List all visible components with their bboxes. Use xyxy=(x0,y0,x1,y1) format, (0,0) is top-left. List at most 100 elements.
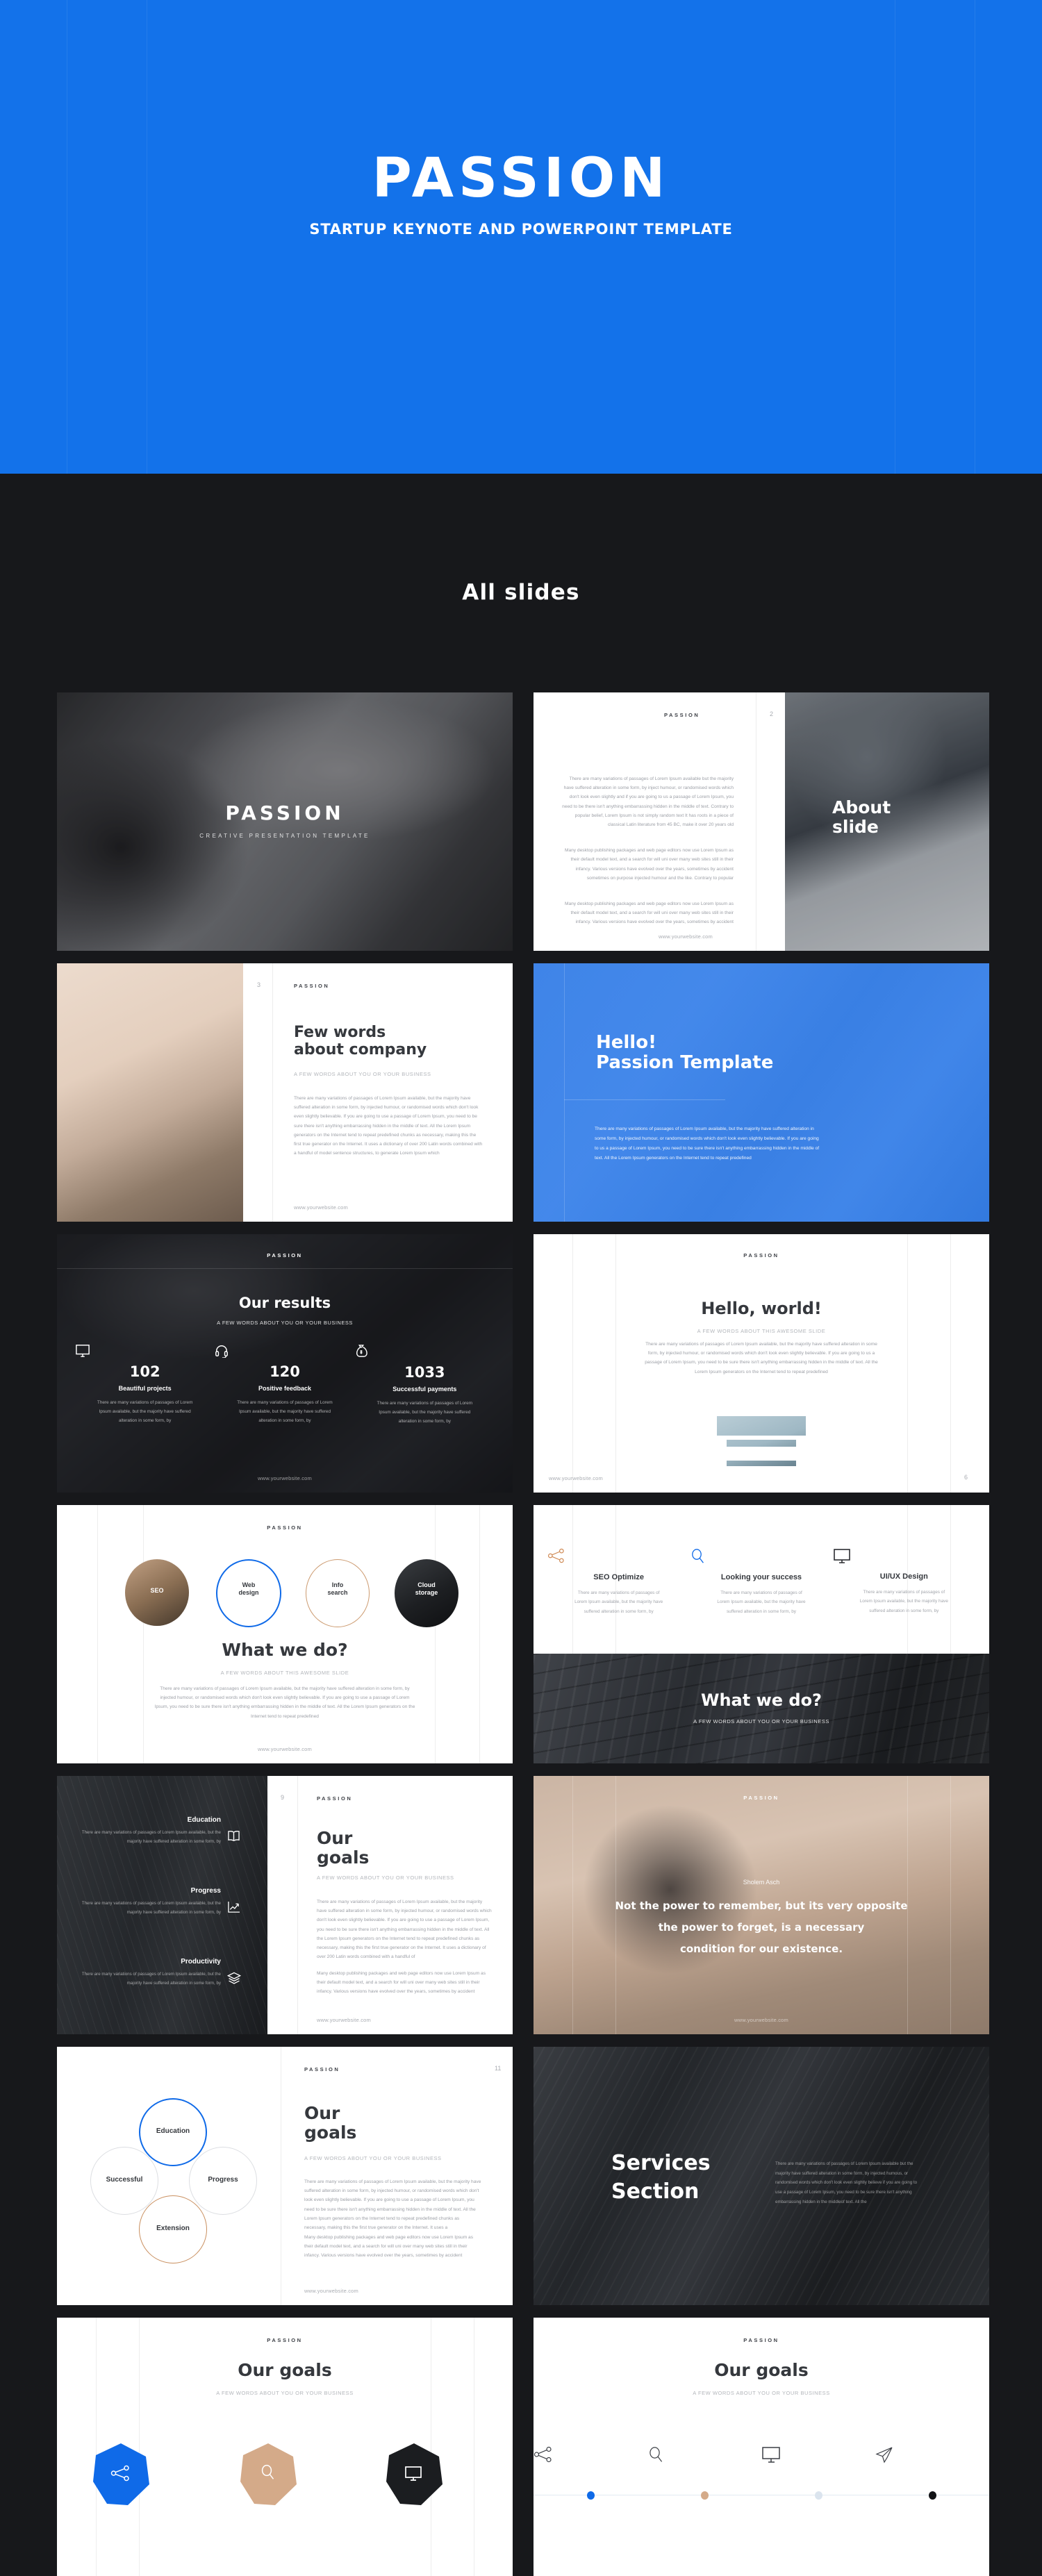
slide-website: www.yourwebsite.com xyxy=(659,933,713,940)
goal-title: Education xyxy=(187,1816,221,1824)
feature-title: UI/UX Design xyxy=(879,1572,928,1581)
slide-body: There are many variations of passages of… xyxy=(154,1686,415,1719)
timeline-dot[interactable] xyxy=(586,2491,595,2500)
stat-value: 120 xyxy=(270,1363,300,1380)
slide-thumbnail-11[interactable]: PASSION 11 Education Successful Progress… xyxy=(57,2047,513,2305)
feature-desc: There are many variations of passages of… xyxy=(574,1590,663,1614)
monitor-icon xyxy=(761,2446,875,2463)
search-icon xyxy=(647,2446,761,2463)
slide-title: PASSION xyxy=(225,801,345,824)
stat-block: 120 Positive feedback There are many var… xyxy=(215,1344,354,1427)
slide-title: Our goals xyxy=(714,2360,809,2380)
timeline-dot[interactable] xyxy=(814,2491,822,2500)
slide-title: Our results xyxy=(238,1295,331,1311)
stat-desc: There are many variations of passages of… xyxy=(237,1399,333,1424)
slide-thumbnail-5[interactable]: PASSION Our results A FEW WORDS ABOUT YO… xyxy=(57,1234,513,1493)
slide-paragraph: Many desktop publishing packages and web… xyxy=(317,1971,486,1995)
feature-desc: There are many variations of passages of… xyxy=(859,1590,948,1613)
slide-brand: PASSION xyxy=(304,2066,340,2072)
send-icon xyxy=(875,2446,989,2463)
slide-body: There are many variations of passages of… xyxy=(775,2161,918,2204)
slide-page-number: 11 xyxy=(495,2065,502,2072)
slide-brand: PASSION xyxy=(294,983,330,989)
goal-item: Progress There are many variations of pa… xyxy=(68,1887,221,1917)
feature-title: SEO Optimize xyxy=(593,1573,645,1581)
timeline-dot[interactable] xyxy=(700,2491,709,2500)
stat-label: Positive feedback xyxy=(258,1384,312,1392)
goal-title: Productivity xyxy=(181,1958,221,1966)
stat-value: 102 xyxy=(129,1363,160,1380)
slide-website: www.yourwebsite.com xyxy=(294,1204,348,1211)
bubble-label: Progress xyxy=(208,2176,238,2184)
slide-title: What we do? xyxy=(701,1690,822,1710)
slide-subtitle: A FEW WORDS ABOUT YOU OR YOUR BUSINESS xyxy=(294,1071,431,1077)
circle-label: SEO xyxy=(150,1587,164,1594)
timeline-step xyxy=(875,2446,989,2463)
slide-thumbnail-14[interactable]: PASSION Our goals A FEW WORDS ABOUT YOU … xyxy=(534,2318,989,2576)
share-icon xyxy=(534,2446,647,2463)
slide-brand: PASSION xyxy=(317,1795,353,1802)
book-icon xyxy=(227,1830,240,1842)
timeline-dot[interactable] xyxy=(928,2491,936,2500)
slide-title: About slide xyxy=(832,797,891,837)
hero-title: PASSION xyxy=(372,147,670,210)
slide-thumbnail-10[interactable]: PASSION Sholem Asch Not the power to rem… xyxy=(534,1776,989,2034)
feature-desc: There are many variations of passages of… xyxy=(717,1590,806,1614)
slide-website: www.yourwebsite.com xyxy=(549,1475,603,1481)
slide-subtitle: A FEW WORDS ABOUT YOU OR YOUR BUSINESS xyxy=(217,1319,353,1326)
slide-thumbnail-8[interactable]: SEO Optimize There are many variations o… xyxy=(534,1505,989,1763)
hex-share[interactable] xyxy=(92,2443,150,2507)
slide-thumbnail-2[interactable]: PASSION 2 There are many variations of p… xyxy=(534,692,989,951)
slide-brand: PASSION xyxy=(267,1252,303,1258)
slide-body: There are many variations of passages of… xyxy=(645,1342,878,1374)
slide-title: Hello, world! xyxy=(701,1299,822,1318)
monitor-icon xyxy=(833,1548,975,1564)
slide-title: What we do? xyxy=(222,1640,348,1660)
stat-desc: There are many variations of passages of… xyxy=(97,1399,193,1424)
goal-desc: There are many variations of passages of… xyxy=(81,1830,221,1845)
slide-brand: PASSION xyxy=(743,2337,779,2343)
search-icon xyxy=(690,1548,832,1565)
stat-desc: There are many variations of passages of… xyxy=(377,1400,473,1424)
slide-paragraph: Many desktop publishing packages and web… xyxy=(304,2235,474,2259)
goal-item: Productivity There are many variations o… xyxy=(68,1958,221,1988)
share-icon xyxy=(547,1548,690,1563)
slide-thumbnail-9[interactable]: 9 PASSION Our goals A FEW WORDS ABOUT YOU… xyxy=(57,1776,513,2034)
slide-thumbnail-12[interactable]: Services Section There are many variation… xyxy=(534,2047,989,2305)
slide-paragraph: Many desktop publishing packages and web… xyxy=(564,901,734,925)
slide-paragraph: There are many variations of passages of… xyxy=(304,2179,481,2230)
slide-thumbnail-7[interactable]: PASSION SEO Web design Info search Cloud st… xyxy=(57,1505,513,1763)
slide-subtitle: A FEW WORDS ABOUT YOU OR YOUR BUSINESS xyxy=(693,2390,830,2396)
slide-thumbnail-3[interactable]: 3 PASSION Few words about company A FEW W… xyxy=(57,963,513,1222)
hex-search[interactable] xyxy=(239,2443,297,2507)
circle-label: Cloud storage xyxy=(415,1581,438,1596)
goal-desc: There are many variations of passages of… xyxy=(81,1901,221,1916)
stat-block: 1033 Successful payments There are many … xyxy=(355,1344,495,1427)
slide-brand: PASSION xyxy=(267,1524,303,1531)
slide-title: Our goals xyxy=(238,2360,332,2380)
hero-banner: PASSION STARTUP KEYNOTE AND POWERPOINT T… xyxy=(0,0,1042,474)
slide-website: www.yourwebsite.com xyxy=(734,2017,788,2023)
chart-up-icon xyxy=(227,1901,240,1913)
hero-subtitle: STARTUP KEYNOTE AND POWERPOINT TEMPLATE xyxy=(309,221,733,238)
slide-brand: PASSION xyxy=(743,1795,779,1801)
slide-paragraph: There are many variations of passages of… xyxy=(317,1900,492,1960)
slide-subtitle: A FEW WORDS ABOUT YOU OR YOUR BUSINESS xyxy=(693,1718,829,1725)
slide-thumbnail-1[interactable]: PASSION CREATIVE PRESENTATION TEMPLATE xyxy=(57,692,513,951)
layers-icon xyxy=(227,1972,241,1984)
slide-thumbnail-6[interactable]: PASSION Hello, world! A FEW WORDS ABOUT … xyxy=(534,1234,989,1493)
timeline-step xyxy=(647,2446,761,2463)
goal-item: Education There are many variations of p… xyxy=(68,1816,221,1846)
slide-subtitle: CREATIVE PRESENTATION TEMPLATE xyxy=(199,833,370,840)
bubble-label: Successful xyxy=(106,2176,143,2184)
slide-page-number: 2 xyxy=(770,711,774,717)
slide-thumbnail-13[interactable]: PASSION Our goals A FEW WORDS ABOUT YOU … xyxy=(57,2318,513,2576)
slide-title: Hello! Passion Template xyxy=(596,1032,774,1074)
slide-subtitle: A FEW WORDS ABOUT YOU OR YOUR BUSINESS xyxy=(304,2155,442,2161)
slide-subtitle: A FEW WORDS ABOUT YOU OR YOUR BUSINESS xyxy=(216,2390,354,2396)
slide-thumbnail-4[interactable]: Hello! Passion Template There are many va… xyxy=(534,963,989,1222)
feature-block: Looking your success There are many vari… xyxy=(690,1548,832,1616)
slide-paragraph: There are many variations of passages of… xyxy=(562,776,734,827)
goal-title: Progress xyxy=(190,1887,221,1895)
hex-monitor[interactable] xyxy=(385,2443,443,2507)
